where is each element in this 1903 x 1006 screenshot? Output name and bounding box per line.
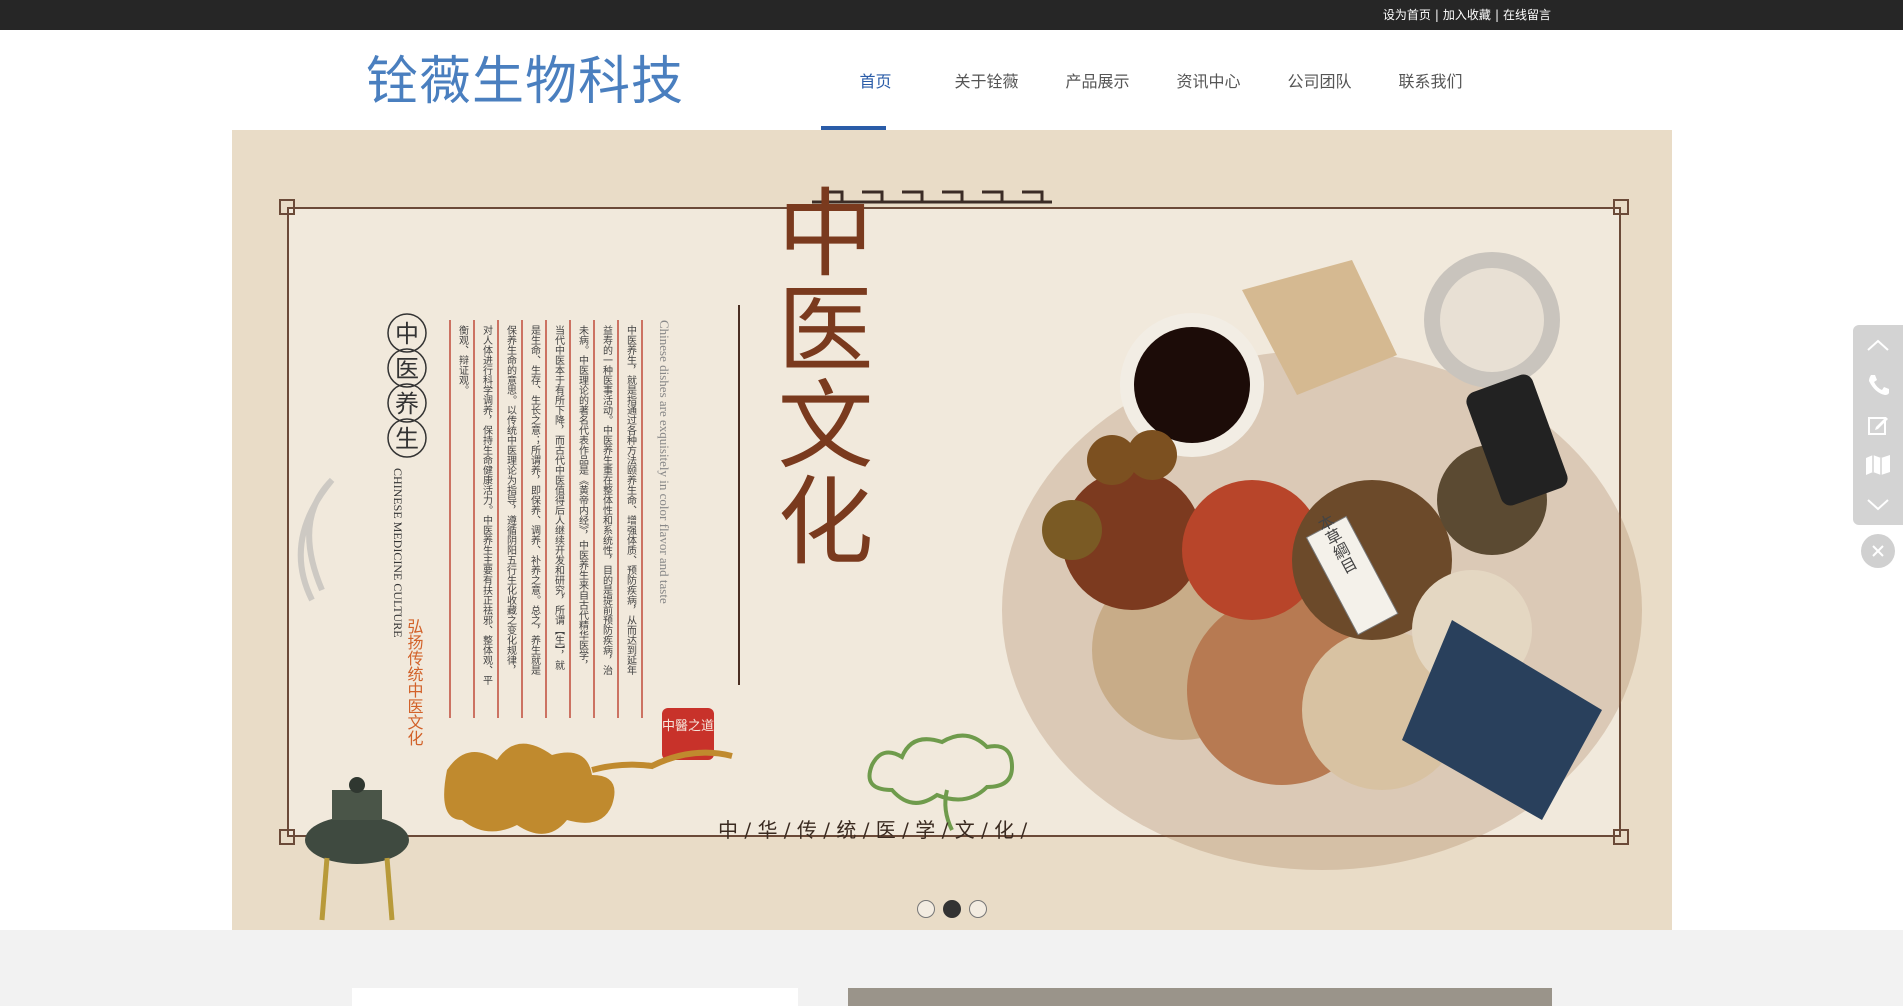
hero-banner[interactable]: 中 医 养 生 CHINESE MEDICINE CULTURE 弘扬传统中医文… xyxy=(232,130,1672,930)
add-favorite-link[interactable]: 加入收藏 xyxy=(1443,8,1491,22)
chevron-down-icon[interactable] xyxy=(1853,485,1903,525)
top-links: 设为首页 | 加入收藏 | 在线留言 xyxy=(1383,8,1551,23)
paragraph-column: 当代中医本于有所下降，而古代中医值得后人继续开发和研究，所谓【生】，就 xyxy=(553,324,565,671)
slide-dots xyxy=(232,900,1672,918)
main-title-text: 中医文化 xyxy=(761,183,873,567)
paragraph-column: 益寿的一种医事活动。中医养生重在整体性和系统性，目的是提前预防疾病，治 xyxy=(601,324,613,676)
circle-char: 中 xyxy=(395,320,419,348)
edit-icon[interactable] xyxy=(1853,405,1903,445)
paragraph-column: 未病。中医理论的著名代表作品是《黄帝内经》，中医养生来自古代精华医学， xyxy=(577,325,589,670)
nav-item-products[interactable]: 产品展示 xyxy=(1042,30,1153,130)
content-card-right-image xyxy=(848,988,1552,1006)
circle-char: 养 xyxy=(395,390,419,418)
paragraph-column: 衡观、辩证观。 xyxy=(457,325,469,395)
nav-item-news[interactable]: 资讯中心 xyxy=(1153,30,1264,130)
slogan: 弘扬传统中医文化 xyxy=(405,618,424,746)
seal-text: 中醫之道 xyxy=(662,719,714,734)
separator: | xyxy=(1434,8,1439,22)
nav-item-contact[interactable]: 联系我们 xyxy=(1375,30,1486,130)
paragraph-column: 是生命、生存、生长之意；所谓养，即保养、调养、补养之意。总之，养生就是 xyxy=(529,325,541,675)
site-logo[interactable]: 铨薇生物科技 xyxy=(366,52,684,112)
nav-item-team[interactable]: 公司团队 xyxy=(1264,30,1375,130)
paragraph-column: 中医养生，就是指通过各种方法颐养生命、增强体质、预防疾病，从而达到延年 xyxy=(625,324,637,676)
nav-item-home[interactable]: 首页 xyxy=(820,30,931,130)
content-card-left xyxy=(352,988,798,1006)
slide-dot[interactable] xyxy=(969,900,987,918)
set-homepage-link[interactable]: 设为首页 xyxy=(1383,8,1431,22)
phone-icon[interactable] xyxy=(1853,365,1903,405)
site-header: 铨薇生物科技 首页 关于铨薇 产品展示 资讯中心 公司团队 联系我们 xyxy=(0,30,1903,130)
online-message-link[interactable]: 在线留言 xyxy=(1503,8,1551,22)
banner-artwork: 中 医 养 生 CHINESE MEDICINE CULTURE 弘扬传统中医文… xyxy=(232,130,1672,930)
main-title: 中医文化 xyxy=(761,183,873,567)
main-nav: 首页 关于铨薇 产品展示 资讯中心 公司团队 联系我们 xyxy=(820,30,1486,130)
english-vertical: CHINESE MEDICINE CULTURE xyxy=(391,468,405,638)
close-icon[interactable] xyxy=(1861,534,1895,568)
circle-char: 医 xyxy=(395,355,419,383)
slide-dot-active[interactable] xyxy=(943,900,961,918)
circle-char: 生 xyxy=(395,425,419,453)
nav-item-about[interactable]: 关于铨薇 xyxy=(931,30,1042,130)
english-quote: Chinese dishes are exquisitely in color … xyxy=(657,320,672,604)
top-bar: 设为首页 | 加入收藏 | 在线留言 xyxy=(0,0,1903,30)
paragraph-column: 对人体进行科学调养，保持生命健康活力。中医养生主要有扶正祛邪、整体观、平 xyxy=(481,324,493,686)
paragraph-column: 保养生命的意思。以传统中医理论为指导，遵循阴阳五行生化收藏之变化规律， xyxy=(505,324,517,675)
bottom-tagline: 中 / 华 / 传 / 统 / 医 / 学 / 文 / 化 / xyxy=(718,818,1028,842)
chevron-up-icon[interactable] xyxy=(1853,325,1903,365)
slide-dot[interactable] xyxy=(917,900,935,918)
map-icon[interactable] xyxy=(1853,445,1903,485)
separator: | xyxy=(1494,8,1499,22)
content-section xyxy=(0,930,1903,1006)
side-toolbar xyxy=(1853,325,1903,525)
